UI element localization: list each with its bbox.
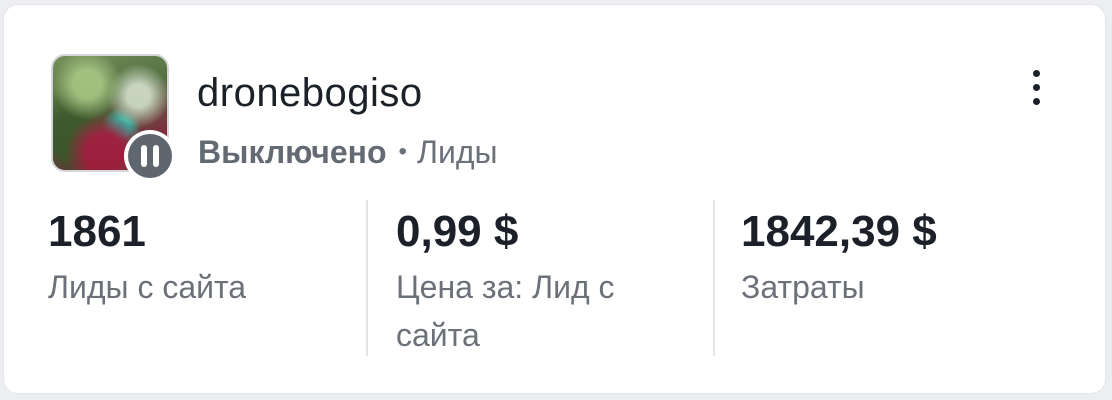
metric-cost-per-lead-value: 0,99 $ xyxy=(396,207,519,256)
metric-cost-per-lead-label: Цена за: Лид с сайта xyxy=(396,269,615,353)
pause-status-badge xyxy=(124,130,176,182)
metric-leads-label: Лиды с сайта xyxy=(48,269,247,305)
campaign-name[interactable]: dronebogiso xyxy=(197,71,423,116)
metric-leads-value: 1861 xyxy=(48,207,146,256)
campaign-card[interactable]: dronebogiso Выключено • Лиды 1861 Лиды с с… xyxy=(4,5,1105,393)
pause-bar-right xyxy=(153,145,159,167)
more-vertical-icon-dot-1 xyxy=(1032,69,1040,77)
status-line: Выключено • Лиды xyxy=(198,134,497,171)
pause-bar-left xyxy=(141,145,147,167)
objective-text: Лиды xyxy=(416,134,498,170)
more-options-button[interactable] xyxy=(1018,65,1054,109)
pause-icon xyxy=(128,134,172,178)
metric-divider-2 xyxy=(713,200,715,356)
status-text: Выключено xyxy=(198,134,387,170)
metric-divider-1 xyxy=(366,200,368,356)
status-separator: • xyxy=(398,138,407,165)
metric-spend-value: 1842,39 $ xyxy=(741,207,937,256)
more-vertical-icon-dot-2 xyxy=(1032,83,1040,91)
metric-spend-label: Затраты xyxy=(741,269,865,305)
more-vertical-icon-dot-3 xyxy=(1032,97,1040,105)
